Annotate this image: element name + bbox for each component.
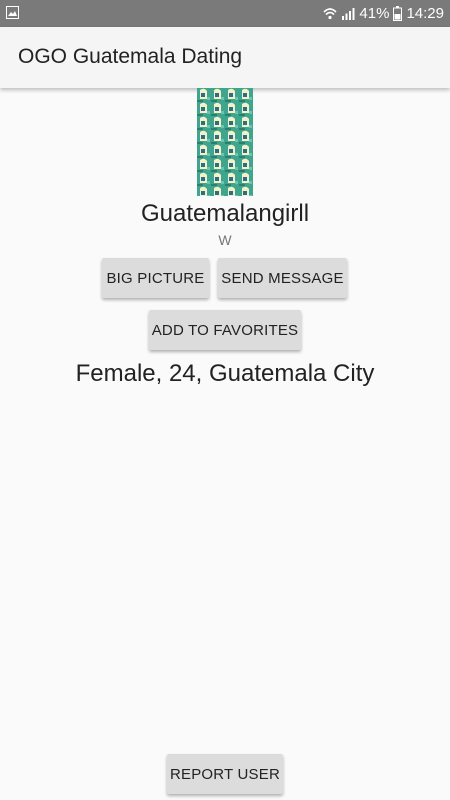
wifi-icon [323, 8, 337, 20]
battery-icon [393, 6, 403, 21]
status-bar-right: 41% 14:29 [323, 0, 444, 27]
profile-username: Guatemalangirll [140, 200, 310, 227]
profile-picture-pattern [197, 88, 253, 196]
signal-icon [342, 8, 355, 20]
app-bar: OGO Guatemala Dating [0, 27, 450, 88]
status-bar: 41% 14:29 [0, 0, 450, 27]
add-to-favorites-button[interactable]: ADD TO FAVORITES [149, 310, 301, 350]
battery-percent: 41% [359, 5, 390, 22]
big-picture-button[interactable]: BIG PICTURE [102, 258, 209, 298]
send-message-button[interactable]: SEND MESSAGE [218, 258, 347, 298]
image-icon [6, 6, 19, 19]
report-user-button[interactable]: REPORT USER [167, 754, 283, 794]
profile-details: Female, 24, Guatemala City [75, 360, 375, 387]
clock: 14:29 [406, 5, 444, 22]
profile-picture[interactable] [197, 88, 253, 196]
profile-subtext: W [218, 232, 232, 248]
app-title: OGO Guatemala Dating [18, 45, 243, 68]
